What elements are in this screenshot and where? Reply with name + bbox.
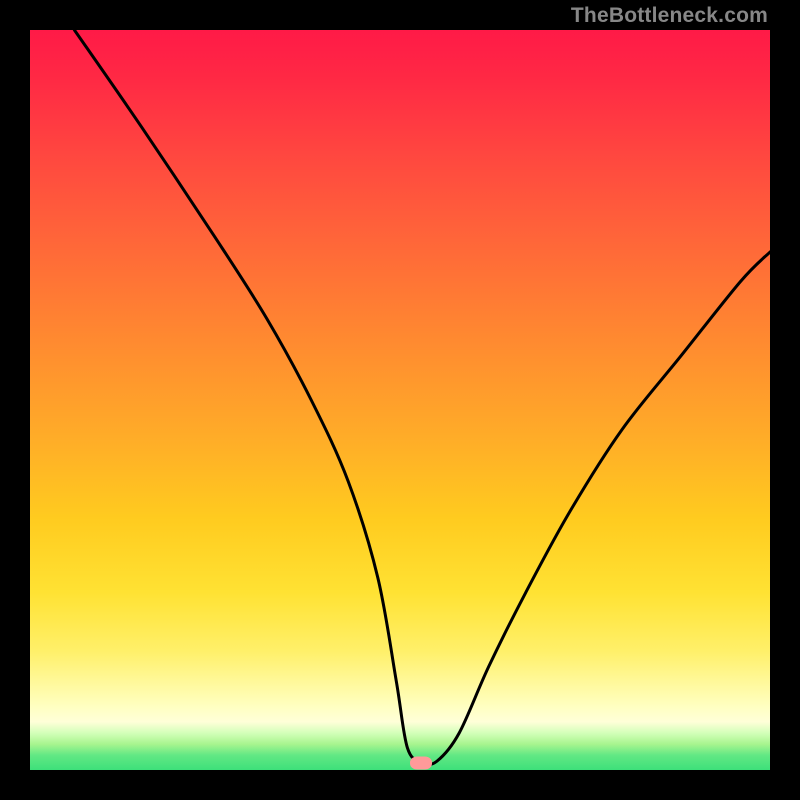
optimal-point-marker (410, 756, 432, 769)
plot-area (30, 30, 770, 770)
chart-frame: TheBottleneck.com (0, 0, 800, 800)
bottleneck-curve (30, 30, 770, 770)
watermark-text: TheBottleneck.com (571, 4, 768, 28)
